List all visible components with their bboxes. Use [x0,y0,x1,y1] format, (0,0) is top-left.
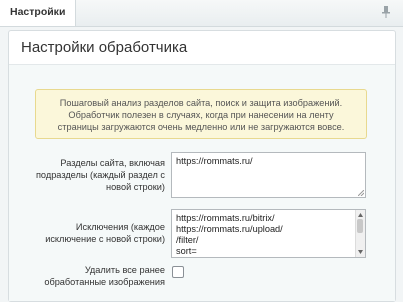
resize-handle-icon[interactable] [358,190,364,196]
scroll-thumb[interactable] [357,219,363,233]
sections-label: Разделы сайта, включая подразделы (кажды… [35,158,165,192]
settings-panel: Настройки обработчика Пошаговый анализ р… [8,30,396,302]
exclusion-line: https://rommats.ru/bitrix/ [176,213,275,223]
exclusion-line: https://rommats.ru/upload/ [176,224,283,234]
scroll-up-icon[interactable] [357,212,364,218]
delete-processed-checkbox[interactable] [172,266,184,278]
exclusion-line: /filter/ [176,235,199,245]
sections-textarea[interactable]: https://rommats.ru/ [171,152,366,198]
scroll-down-icon[interactable] [357,249,364,255]
tab-settings[interactable]: Настройки [0,0,77,26]
exclusion-line: sort= [176,246,197,256]
exclusions-label: Исключения (каждое исключение с новой ст… [45,222,165,244]
info-notice: Пошаговый анализ разделов сайта, поиск и… [35,89,367,139]
tab-bar: Настройки [0,0,403,27]
delete-processed-label: Удалить все ранее обработанные изображен… [44,265,165,287]
settings-form: Пошаговый анализ разделов сайта, поиск и… [9,65,395,301]
exclusions-textarea[interactable]: https://rommats.ru/bitrix/ https://romma… [171,209,366,258]
sections-line: https://rommats.ru/ [176,156,253,166]
exclusions-scrollbar[interactable] [355,210,365,257]
panel-title: Настройки обработчика [21,39,188,56]
pin-icon[interactable] [379,5,393,19]
